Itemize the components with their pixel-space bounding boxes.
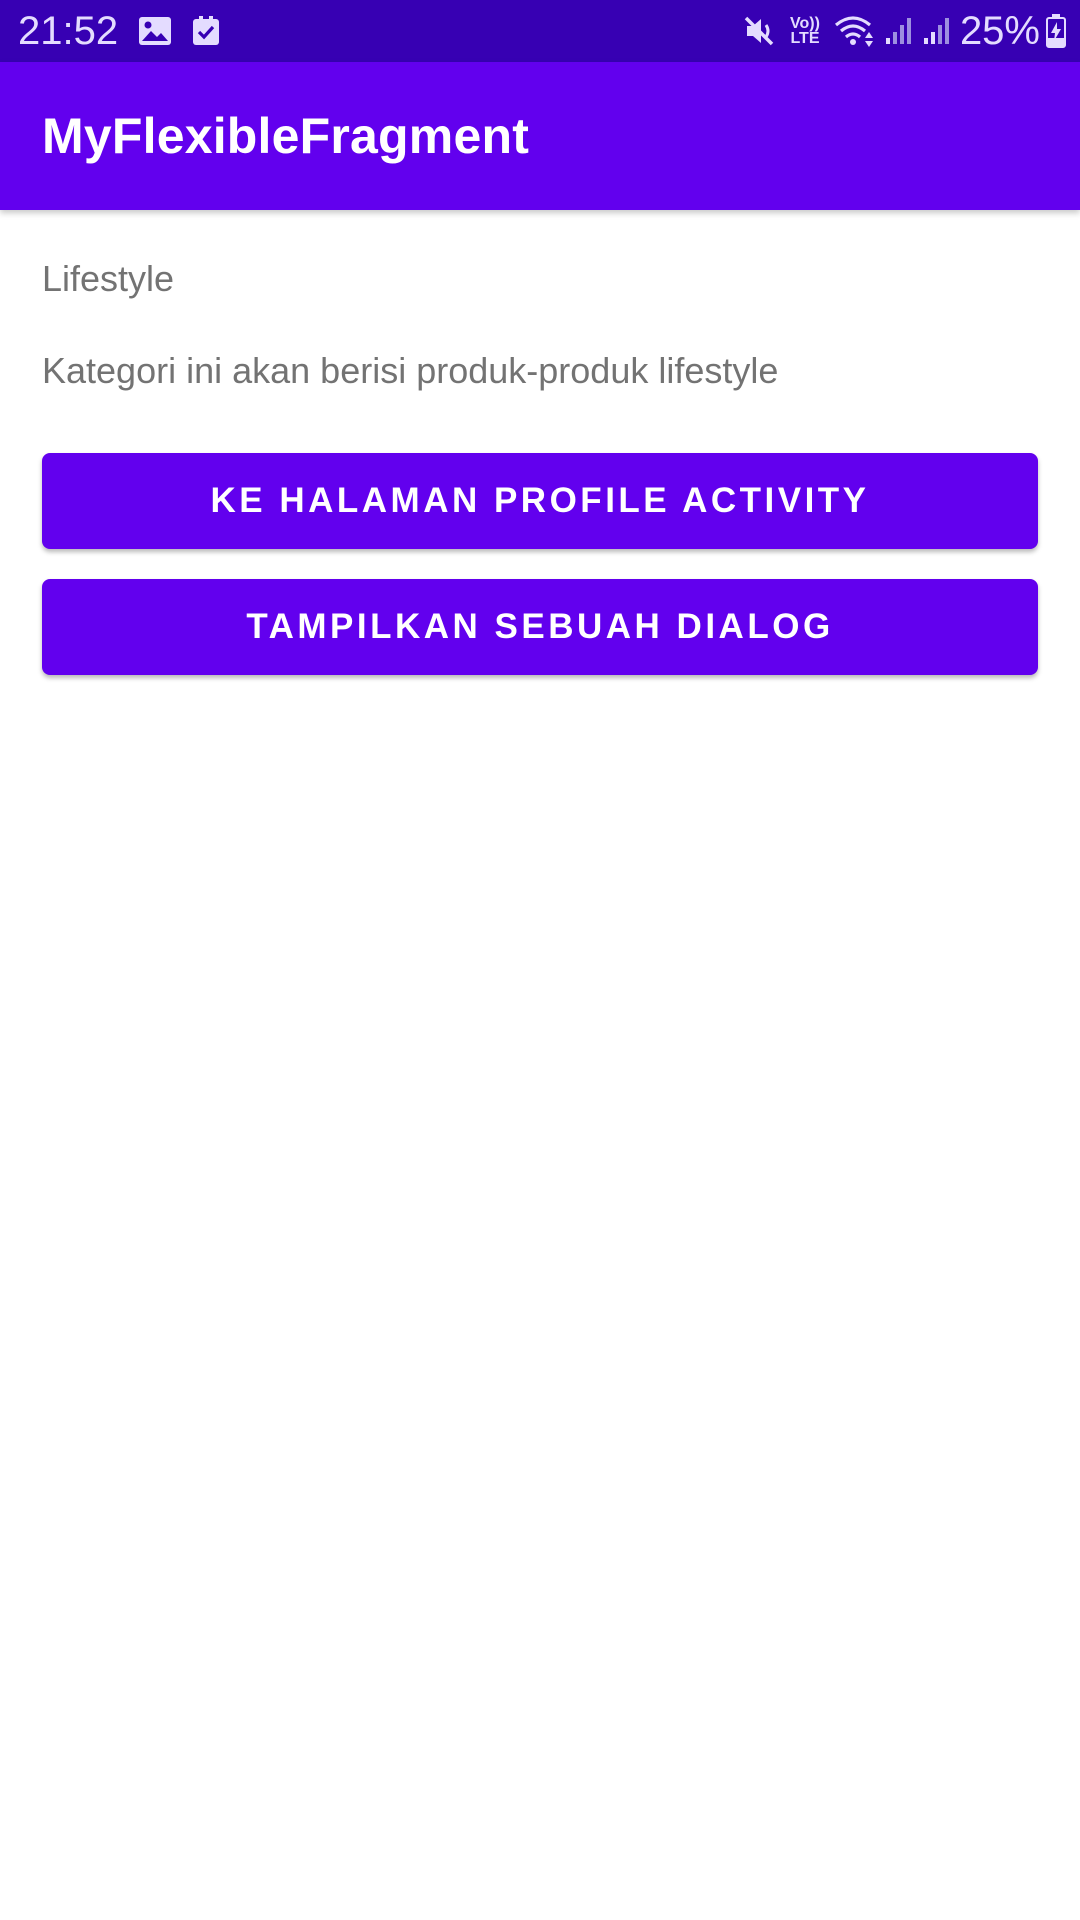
signal-icon <box>884 16 914 46</box>
profile-activity-button[interactable]: KE HALAMAN PROFILE ACTIVITY <box>42 453 1038 549</box>
battery-charging-icon <box>1046 14 1066 48</box>
category-name: Lifestyle <box>42 258 175 299</box>
volte-label-top: Vo)) <box>790 15 820 32</box>
category-description: Kategori ini akan berisi produk-produk l… <box>42 350 779 391</box>
app-title: MyFlexibleFragment <box>42 108 530 164</box>
signal-icon-2 <box>922 16 952 46</box>
status-left: 21:52 <box>0 9 220 54</box>
status-bar: 21:52 Vo)) LTE 25% <box>0 0 1080 62</box>
app-bar: MyFlexibleFragment <box>0 62 1080 210</box>
image-icon <box>138 16 172 46</box>
status-time: 21:52 <box>18 8 119 53</box>
status-right: Vo)) LTE 25% <box>742 0 1066 62</box>
show-dialog-button[interactable]: TAMPILKAN SEBUAH DIALOG <box>42 579 1038 675</box>
check-box-icon <box>192 16 220 46</box>
wifi-icon <box>834 14 876 48</box>
volte-icon: Vo)) LTE <box>790 15 820 47</box>
battery-percentage: 25% <box>959 8 1040 53</box>
mute-icon <box>742 14 776 48</box>
volte-label-bottom: LTE <box>790 30 820 47</box>
